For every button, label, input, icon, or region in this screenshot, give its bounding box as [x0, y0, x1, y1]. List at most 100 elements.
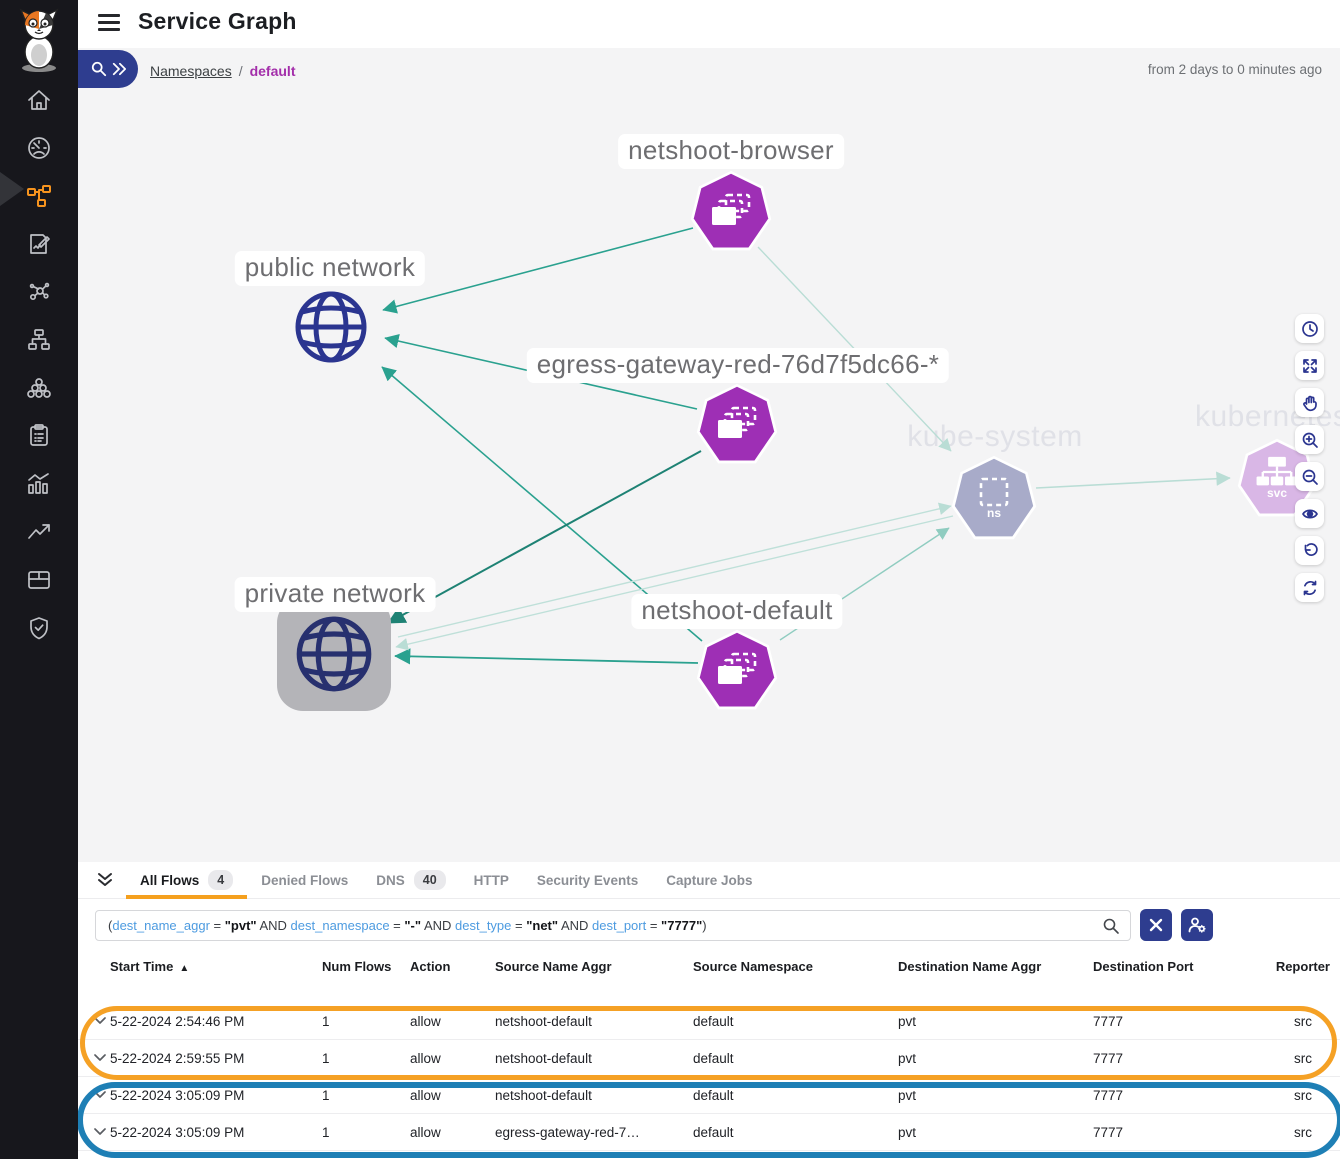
sidebar-item-endpoints[interactable]	[19, 278, 59, 306]
eye-icon	[1301, 505, 1319, 523]
cluster-circles-icon	[26, 375, 52, 401]
search-icon	[91, 61, 107, 77]
sidebar-item-dashboard[interactable]	[19, 134, 59, 162]
sidebar-item-workloads[interactable]	[19, 374, 59, 402]
clipboard-icon	[26, 423, 52, 449]
undo-button[interactable]	[1295, 536, 1324, 565]
flow-row-4[interactable]: 5-22-2024 3:05:09 PM1allowegress-gateway…	[78, 1114, 1340, 1151]
col-source-namespace[interactable]: Source Namespace	[693, 959, 898, 975]
search-icon	[1102, 917, 1120, 935]
filter-row: (dest_name_aggr = "pvt" AND dest_namespa…	[78, 899, 1340, 951]
tab-all-flows[interactable]: All Flows4	[126, 862, 247, 898]
tab-http[interactable]: HTTP	[460, 862, 523, 898]
time-settings-button[interactable]	[1295, 314, 1324, 343]
col-source-name-aggr[interactable]: Source Name Aggr	[495, 959, 693, 975]
service-graph-icon	[26, 183, 52, 209]
service-graph-canvas[interactable]: Namespaces/default from 2 days to 0 minu…	[78, 48, 1340, 862]
graph-search-toggle[interactable]	[78, 50, 138, 88]
tab-denied-flows[interactable]: Denied Flows	[247, 862, 362, 898]
breadcrumb-namespaces-link[interactable]: Namespaces	[150, 63, 232, 79]
node-label-netshoot-browser[interactable]: netshoot-browser	[618, 134, 844, 169]
node-label-private-network[interactable]: private network	[235, 577, 436, 612]
zoom-out-icon	[1301, 468, 1319, 486]
col-num-flows[interactable]: Num Flows	[322, 959, 410, 975]
network-tree-icon	[26, 327, 52, 353]
user-gear-icon	[1188, 916, 1207, 934]
sidebar-item-network[interactable]	[19, 326, 59, 354]
node-label-egress-gateway[interactable]: egress-gateway-red-76d7f5dc66-*	[527, 348, 949, 383]
service-tree-icon	[1255, 456, 1299, 488]
fit-screen-button[interactable]	[1295, 351, 1324, 380]
graph-toolbar	[1295, 314, 1324, 602]
flow-row-3[interactable]: 5-22-2024 3:05:09 PM1allownetshoot-defau…	[78, 1077, 1340, 1114]
sidebar-item-home[interactable]	[19, 86, 59, 114]
replicaset-pods-icon	[715, 651, 759, 689]
shield-check-icon	[26, 615, 52, 641]
flow-filter-input[interactable]: (dest_name_aggr = "pvt" AND dest_namespa…	[95, 910, 1131, 941]
close-icon	[1149, 918, 1163, 932]
replicaset-pods-icon	[709, 192, 753, 230]
expand-row-icon[interactable]	[78, 1017, 110, 1025]
expand-row-icon[interactable]	[78, 1128, 110, 1136]
namespace-dashed-icon	[978, 476, 1010, 508]
zoom-in-icon	[1301, 431, 1319, 449]
calico-cat-logo[interactable]	[11, 6, 67, 72]
home-icon	[26, 87, 52, 113]
col-action[interactable]: Action	[410, 959, 495, 975]
sidebar-item-service-graph[interactable]	[19, 182, 59, 210]
pan-button[interactable]	[1295, 388, 1324, 417]
globe-icon	[293, 613, 375, 695]
clock-icon	[1301, 320, 1319, 338]
sidebar-item-activity[interactable]	[19, 518, 59, 546]
dashboard-icon	[26, 135, 52, 161]
zoom-out-button[interactable]	[1295, 462, 1324, 491]
all-flows-count-badge: 4	[208, 870, 233, 890]
refresh-button[interactable]	[1295, 573, 1324, 602]
node-label-public-network[interactable]: public network	[235, 251, 425, 286]
bar-chart-icon	[26, 471, 52, 497]
undo-icon	[1301, 542, 1319, 560]
col-dest-name-aggr[interactable]: Destination Name Aggr	[898, 959, 1093, 975]
tab-security-events[interactable]: Security Events	[523, 862, 652, 898]
zoom-in-button[interactable]	[1295, 425, 1324, 454]
node-public-network[interactable]	[292, 288, 370, 371]
flow-row-2[interactable]: 5-22-2024 2:59:55 PM1allownetshoot-defau…	[78, 1040, 1340, 1077]
expand-row-icon[interactable]	[78, 1091, 110, 1099]
chevrons-right-icon	[112, 62, 126, 76]
top-header: Service Graph	[78, 0, 1340, 48]
molecule-icon	[26, 279, 52, 305]
sidebar-item-reports[interactable]	[19, 470, 59, 498]
flows-table-header: Start Time▲ Num Flows Action Source Name…	[78, 951, 1340, 1003]
visibility-button[interactable]	[1295, 499, 1324, 528]
ns-badge: ns	[987, 506, 1001, 520]
collapse-panel-icon[interactable]	[94, 869, 116, 891]
sidebar-item-compliance[interactable]	[19, 422, 59, 450]
storage-box-icon	[26, 567, 52, 593]
user-settings-button[interactable]	[1181, 909, 1213, 941]
node-private-network[interactable]	[293, 613, 375, 700]
sidebar-item-archive[interactable]	[19, 566, 59, 594]
refresh-icon	[1301, 579, 1319, 597]
hand-icon	[1301, 394, 1319, 412]
sidebar	[0, 0, 78, 1159]
expand-row-icon[interactable]	[78, 1054, 110, 1062]
svc-badge: svc	[1267, 486, 1287, 500]
node-label-netshoot-default[interactable]: netshoot-default	[631, 594, 842, 629]
col-dest-port[interactable]: Destination Port	[1093, 959, 1248, 975]
flow-row-1[interactable]: 5-22-2024 2:54:46 PM1allownetshoot-defau…	[78, 1003, 1340, 1040]
tab-dns[interactable]: DNS40	[362, 862, 459, 898]
clear-filter-button[interactable]	[1140, 909, 1172, 941]
sidebar-item-policies[interactable]	[19, 230, 59, 258]
sidebar-item-security[interactable]	[19, 614, 59, 642]
menu-toggle-icon[interactable]	[98, 14, 120, 32]
tab-capture-jobs[interactable]: Capture Jobs	[652, 862, 766, 898]
page-title: Service Graph	[138, 8, 297, 35]
expand-icon	[1301, 357, 1319, 375]
trend-arrow-icon	[26, 519, 52, 545]
col-reporter[interactable]: Reporter	[1248, 959, 1340, 975]
policy-document-icon	[26, 231, 52, 257]
flows-table: Start Time▲ Num Flows Action Source Name…	[78, 951, 1340, 1151]
col-start-time[interactable]: Start Time▲	[110, 959, 322, 976]
service-graph-app: Service Graph Namespaces/default from 2 …	[0, 0, 1340, 1159]
replicaset-pods-icon	[715, 405, 759, 443]
